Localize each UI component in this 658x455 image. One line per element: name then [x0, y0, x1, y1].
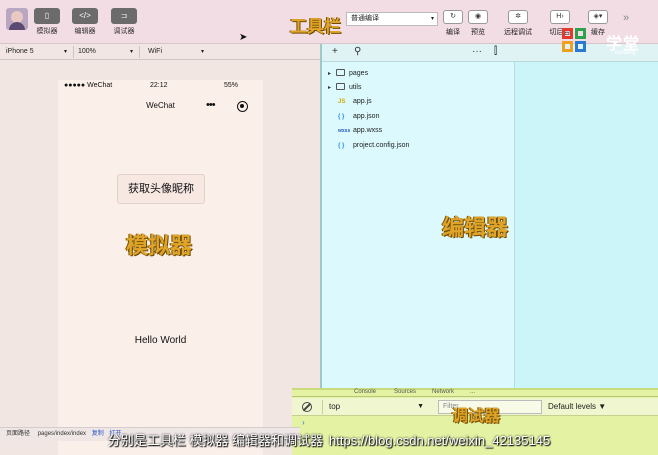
- phone-screen: ●●●●● WeChat 22:12 55% WeChat ••• 获取头像昵称…: [58, 80, 263, 455]
- chevron-down-icon: ▾: [63, 49, 67, 55]
- tree-item-app-json[interactable]: { } app.json: [338, 113, 379, 127]
- compile-button[interactable]: ↻ 编译: [442, 10, 464, 37]
- chevron-down-icon: ▾: [430, 16, 434, 22]
- compile-mode-select[interactable]: 普通编译 ▾: [346, 12, 438, 26]
- tree-item-app-wxss[interactable]: wxss app.wxss: [338, 127, 382, 141]
- json-file-icon: { }: [338, 143, 345, 149]
- user-avatar[interactable]: [6, 8, 28, 30]
- more-options-icon[interactable]: ···: [472, 46, 482, 57]
- tab-more[interactable]: ...: [470, 389, 475, 395]
- folder-icon: [336, 69, 345, 76]
- code-icon: </>: [72, 8, 98, 24]
- xuetang-logo-icon: [562, 28, 602, 64]
- ide-window: { "toolbar": { "buttons": [ {"label": "模…: [0, 0, 658, 455]
- debug-icon: ⊐: [111, 8, 137, 24]
- search-icon[interactable]: ⚲: [354, 46, 361, 57]
- caption-text: 分别是工具栏 模拟器 编辑器和调试器: [107, 433, 324, 448]
- code-editor-area[interactable]: [514, 62, 658, 392]
- device-bar: iPhone 5 ▾ 100% ▾ WiFi ▾: [0, 44, 320, 60]
- context-value: top: [329, 402, 341, 411]
- caret-right-icon: ▸: [328, 71, 332, 77]
- device-value: iPhone 5: [6, 48, 34, 55]
- more-icon[interactable]: »: [623, 12, 629, 24]
- eye-icon: ◉: [468, 10, 488, 24]
- editor-toggle-button[interactable]: </> 编辑器: [65, 8, 105, 36]
- status-bar: ●●●●● WeChat 22:12 55%: [58, 80, 263, 94]
- clear-console-icon[interactable]: [302, 402, 312, 412]
- carrier-text: ●●●●● WeChat: [64, 82, 113, 89]
- tree-item-utils[interactable]: ▸ utils: [328, 83, 361, 97]
- wxss-file-icon: wxss: [338, 128, 351, 134]
- add-file-icon[interactable]: +: [332, 46, 338, 57]
- editor-toggle-label: 编辑器: [74, 28, 96, 35]
- simulator-annotation: 模拟器: [126, 234, 193, 259]
- tree-item-app-js[interactable]: JS app.js: [338, 98, 372, 112]
- compile-label: 编译: [446, 29, 460, 36]
- simulator-toggle-label: 模拟器: [36, 28, 58, 35]
- js-file-icon: JS: [338, 99, 346, 105]
- zoom-value: 100%: [78, 48, 96, 55]
- preview-label: 预览: [471, 29, 485, 36]
- tree-item-label: app.wxss: [353, 127, 383, 134]
- close-capsule-icon[interactable]: [237, 101, 248, 112]
- folder-icon: [336, 83, 345, 90]
- hello-text: Hello World: [134, 335, 187, 346]
- get-avatar-button[interactable]: 获取头像昵称: [117, 174, 205, 204]
- remote-debug-button[interactable]: ✲ 远程调试: [502, 10, 534, 37]
- tab-sources[interactable]: Sources: [394, 389, 416, 395]
- mouse-cursor-icon: ➤: [239, 32, 248, 43]
- debugger-tabs: Console Sources Network ...: [292, 389, 658, 397]
- network-select[interactable]: WiFi ▾: [144, 46, 210, 58]
- simulator-toggle-button[interactable]: ▯ 模拟器: [27, 8, 67, 36]
- network-value: WiFi: [148, 48, 162, 55]
- json-file-icon: { }: [338, 114, 345, 120]
- video-caption: 分别是工具栏 模拟器 编辑器和调试器 https://blog.csdn.net/…: [0, 430, 658, 450]
- chevron-down-icon: ▾: [200, 49, 204, 55]
- debugger-toggle-label: 调试器: [113, 28, 135, 35]
- battery-text: 55%: [224, 82, 239, 89]
- toolbar: ▯ 模拟器 </> 编辑器 ⊐ 调试器 工具栏 普通编译 ▾ ↻ 编译 ◉ 预览…: [0, 0, 658, 44]
- status-time: 22:12: [150, 82, 168, 89]
- toolbar-annotation: 工具栏: [290, 17, 341, 37]
- debugger-toggle-button[interactable]: ⊐ 调试器: [104, 8, 144, 36]
- menu-dots-icon[interactable]: •••: [206, 99, 216, 111]
- phone-icon: ▯: [34, 8, 60, 24]
- remote-debug-label: 远程调试: [504, 29, 532, 36]
- tree-item-label: utils: [349, 84, 362, 91]
- tab-console[interactable]: Console: [354, 389, 376, 395]
- zoom-select[interactable]: 100% ▾: [74, 46, 140, 58]
- log-levels-select[interactable]: Default levels ▼: [546, 400, 636, 414]
- refresh-icon: ↻: [443, 10, 463, 24]
- chevron-down-icon: ▾: [129, 49, 133, 55]
- logo-subtext: xuetang: [614, 50, 636, 56]
- preview-button[interactable]: ◉ 预览: [467, 10, 489, 37]
- console-prompt[interactable]: ›: [302, 418, 305, 427]
- caption-watermark-url: https://blog.csdn.net/weixin_42135145: [329, 433, 551, 448]
- switch-icon: H›: [550, 10, 570, 24]
- compile-mode-value: 普通编译: [351, 15, 379, 22]
- tab-network[interactable]: Network: [432, 389, 454, 395]
- tree-item-label: project.config.json: [353, 142, 410, 149]
- debugger-annotation: 调试器: [452, 406, 501, 425]
- context-select[interactable]: top ▼: [322, 400, 430, 414]
- layers-icon: ◈▾: [588, 10, 608, 24]
- tree-item-label: pages: [349, 70, 369, 77]
- tree-item-pages[interactable]: ▸ pages: [328, 69, 368, 83]
- nav-title: WeChat: [146, 101, 175, 110]
- bug-icon: ✲: [508, 10, 528, 24]
- split-view-icon[interactable]: ⫿: [494, 46, 497, 57]
- caret-down-icon: ▼: [417, 403, 424, 410]
- tree-item-label: app.js: [353, 98, 372, 105]
- nav-bar: WeChat •••: [58, 94, 263, 118]
- device-select[interactable]: iPhone 5 ▾: [2, 46, 74, 58]
- tree-item-project-config[interactable]: { } project.config.json: [338, 142, 409, 156]
- editor-annotation: 编辑器: [442, 216, 509, 241]
- caret-right-icon: ▸: [328, 85, 332, 91]
- tree-item-label: app.json: [353, 113, 380, 120]
